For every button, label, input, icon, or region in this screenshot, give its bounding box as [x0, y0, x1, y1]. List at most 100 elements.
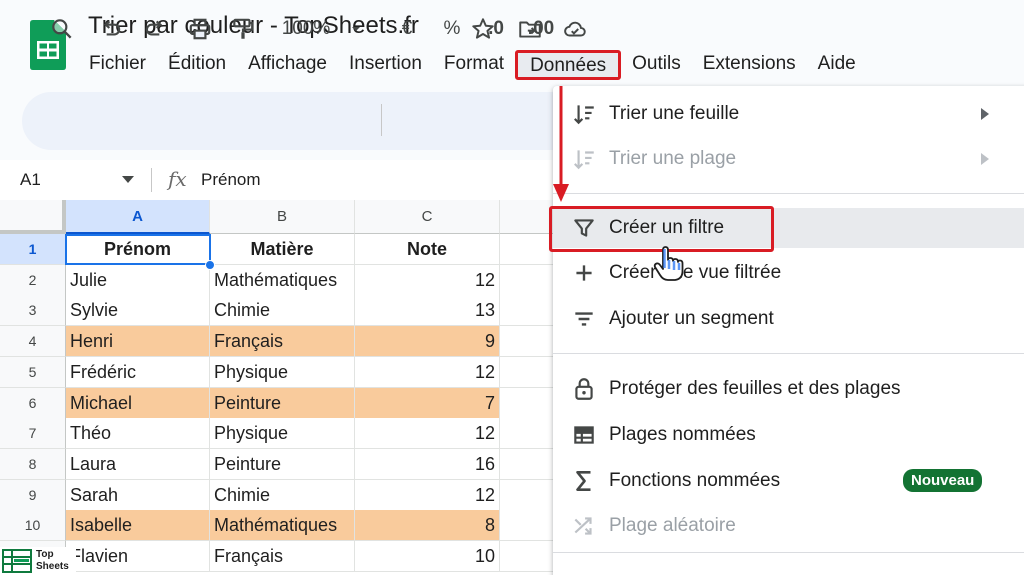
menu-outils[interactable]: Outils: [621, 50, 692, 80]
menu-fichier[interactable]: Fichier: [78, 50, 157, 80]
table-cell[interactable]: Chimie: [210, 479, 355, 511]
row-header[interactable]: 6: [0, 387, 66, 419]
table-cell[interactable]: Sylvie: [66, 295, 210, 327]
row-header[interactable]: 8: [0, 448, 66, 480]
menu-item-fonctions-nommees[interactable]: Fonctions nommées Nouveau: [553, 461, 1024, 501]
row-header[interactable]: 9: [0, 479, 66, 511]
empty-cell[interactable]: [500, 510, 560, 542]
table-cell[interactable]: 9: [355, 326, 500, 358]
cloud-saved-icon[interactable]: [562, 16, 588, 42]
row-header[interactable]: 1: [0, 234, 66, 265]
header-cell[interactable]: Prénom: [66, 234, 210, 265]
table-cell[interactable]: Peinture: [210, 387, 355, 419]
row-header[interactable]: 4: [0, 326, 66, 358]
table-cell[interactable]: 16: [355, 448, 500, 480]
redo-icon[interactable]: [141, 16, 169, 42]
topsheets-watermark: Top Sheets: [0, 547, 76, 575]
table-cell[interactable]: Henri: [66, 326, 210, 358]
column-header-a[interactable]: A: [66, 200, 210, 234]
row-header[interactable]: 10: [0, 510, 66, 542]
table-cell[interactable]: 12: [355, 418, 500, 450]
row-header[interactable]: 3: [0, 295, 66, 327]
table-cell[interactable]: 8: [355, 510, 500, 542]
table-cell[interactable]: Isabelle: [66, 510, 210, 542]
table-cell[interactable]: Physique: [210, 356, 355, 388]
table-cell[interactable]: Mathématiques: [210, 264, 355, 296]
menu-item-creer-un-filtre[interactable]: Créer un filtre: [553, 208, 1024, 248]
header-cell[interactable]: Note: [355, 234, 500, 265]
currency-format-button[interactable]: €: [396, 16, 418, 42]
decrease-decimal-button[interactable]: .0: [483, 16, 509, 42]
table-cell[interactable]: Théo: [66, 418, 210, 450]
menu-item-proteger-des-feuilles-et-des-plages[interactable]: Protéger des feuilles et des plages: [553, 369, 1024, 409]
menu-item-trier-une-feuille[interactable]: Trier une feuille: [553, 94, 1024, 134]
submenu-arrow-icon: [981, 108, 989, 120]
header-cell[interactable]: Matière: [210, 234, 355, 265]
table-cell[interactable]: 12: [355, 479, 500, 511]
empty-cell[interactable]: [500, 295, 560, 327]
empty-cell[interactable]: [500, 418, 560, 450]
table-cell[interactable]: Français: [210, 541, 355, 572]
empty-cell[interactable]: [500, 326, 560, 358]
table-cell[interactable]: Chimie: [210, 295, 355, 327]
zoom-chevron-down-icon[interactable]: [348, 16, 364, 42]
column-header-c[interactable]: C: [355, 200, 500, 234]
menu-extensions[interactable]: Extensions: [692, 50, 807, 80]
undo-icon[interactable]: [97, 16, 125, 42]
table-cell[interactable]: Sarah: [66, 479, 210, 511]
row-header[interactable]: 7: [0, 418, 66, 450]
empty-cell[interactable]: [500, 541, 560, 572]
search-menus-icon[interactable]: [48, 16, 76, 42]
table-cell[interactable]: Peinture: [210, 448, 355, 480]
menu-item-creer-une-vue-filtree[interactable]: Créer une vue filtrée: [553, 253, 1024, 293]
table-cell[interactable]: Laura: [66, 448, 210, 480]
table-cell[interactable]: Frédéric: [66, 356, 210, 388]
menu-donnees[interactable]: Données: [515, 50, 622, 80]
table-cell[interactable]: Flavien: [66, 541, 210, 572]
empty-cell[interactable]: [500, 448, 560, 480]
name-box[interactable]: A1: [20, 170, 41, 190]
table-cell[interactable]: Julie: [66, 264, 210, 296]
menu-item-label: Plages nommées: [609, 424, 756, 445]
empty-cell[interactable]: [500, 479, 560, 511]
table-cell[interactable]: 10: [355, 541, 500, 572]
menu-aide[interactable]: Aide: [807, 50, 867, 80]
formula-input[interactable]: Prénom: [201, 170, 261, 190]
empty-cell[interactable]: [500, 264, 560, 296]
row-header[interactable]: 2: [0, 264, 66, 296]
column-header-b[interactable]: B: [210, 200, 355, 234]
table-cell[interactable]: 7: [355, 387, 500, 419]
paint-format-icon[interactable]: [229, 16, 257, 42]
menu-affichage[interactable]: Affichage: [237, 50, 338, 80]
menu-item-plages-nommees[interactable]: Plages nommées: [553, 415, 1024, 455]
formula-divider: [151, 168, 152, 192]
print-icon[interactable]: [186, 16, 214, 42]
table-cell[interactable]: Français: [210, 326, 355, 358]
table-cell[interactable]: 12: [355, 356, 500, 388]
empty-cell[interactable]: [500, 387, 560, 419]
topsheets-logo-icon: [2, 549, 32, 573]
row-header[interactable]: 5: [0, 356, 66, 388]
percent-format-button[interactable]: %: [441, 16, 463, 42]
menu-insertion[interactable]: Insertion: [338, 50, 433, 80]
name-box-chevron-down-icon[interactable]: [122, 176, 134, 183]
menu-item-ajouter-un-segment[interactable]: Ajouter un segment: [553, 299, 1024, 339]
select-all-corner[interactable]: [0, 200, 66, 234]
table-cell[interactable]: 13: [355, 295, 500, 327]
menu-separator: [553, 552, 1024, 553]
table-cell[interactable]: Mathématiques: [210, 510, 355, 542]
fill-handle[interactable]: [205, 260, 215, 270]
zoom-select[interactable]: 100%: [276, 16, 336, 42]
column-header-d[interactable]: [500, 200, 560, 234]
empty-cell[interactable]: [500, 234, 560, 265]
menu-format[interactable]: Format: [433, 50, 515, 80]
menu-item-label: Trier une plage: [609, 148, 737, 169]
empty-cell[interactable]: [500, 356, 560, 388]
table-cell[interactable]: Michael: [66, 387, 210, 419]
menu-item-label: Protéger des feuilles et des plages: [609, 378, 901, 399]
menu-item-label: Créer un filtre: [609, 217, 725, 238]
increase-decimal-button[interactable]: .00: [528, 16, 554, 42]
table-cell[interactable]: 12: [355, 264, 500, 296]
table-cell[interactable]: Physique: [210, 418, 355, 450]
menu-edition[interactable]: Édition: [157, 50, 237, 80]
